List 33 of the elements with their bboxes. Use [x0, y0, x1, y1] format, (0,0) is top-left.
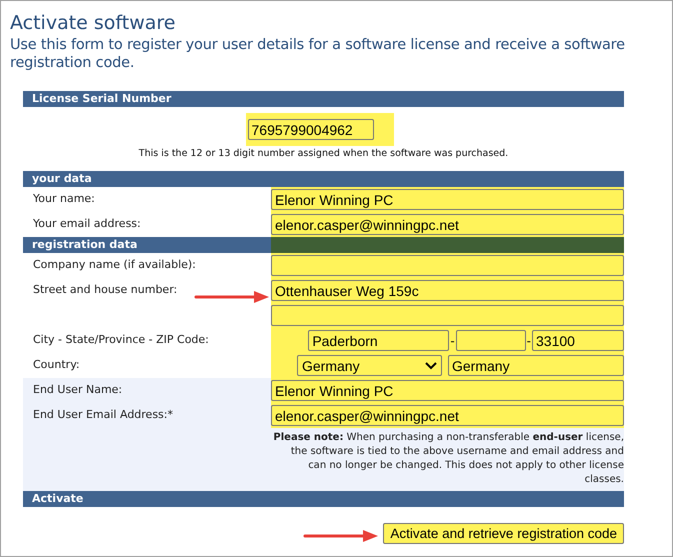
text-input[interactable] [271, 255, 624, 276]
state-input[interactable] [456, 330, 526, 351]
section-header: your data [23, 171, 624, 187]
field-label: End User Name: [33, 383, 122, 396]
intro-text: Use this form to register your user details for a software license and receive a software registration code. [10, 36, 626, 72]
text-input[interactable] [271, 305, 624, 326]
city-input[interactable]: Paderborn [308, 330, 450, 351]
field-label: Your name: [33, 192, 95, 205]
field-label: City - State/Province - ZIP Code: [33, 333, 209, 346]
field-label: End User Email Address:* [33, 408, 173, 421]
field-label: Company name (if available): [33, 258, 196, 271]
page-title: Activate software [10, 11, 176, 35]
text-input[interactable]: elenor.casper@winningpc.net [271, 214, 624, 235]
serial-hint: This is the 12 or 13 digit number assigned when the software was purchased. [138, 148, 508, 159]
serial-input[interactable]: 7695799004962 [248, 119, 374, 140]
zip-input[interactable]: 33100 [532, 330, 624, 351]
text-input[interactable]: Elenor Winning PC [271, 189, 624, 210]
text-input[interactable]: Elenor Winning PC [271, 380, 624, 401]
section-header: License Serial Number [23, 91, 624, 107]
field-label: Street and house number: [33, 283, 178, 296]
dash-separator: - [526, 334, 531, 348]
section-header: Activate [23, 491, 624, 507]
country-input[interactable]: Germany [448, 355, 624, 376]
country-dropdown[interactable]: Germany [297, 355, 442, 376]
chevron-down-icon [425, 362, 437, 370]
field-label: Your email address: [33, 217, 141, 230]
activate-button[interactable]: Activate and retrieve registration code [383, 523, 624, 544]
section-header: registration data [31, 237, 138, 253]
dash-separator: - [450, 334, 455, 348]
field-label: Country: [33, 358, 80, 371]
note-text: Please note: When purchasing a non-transferable end-user license, the software is tied to the above username and email address and can no longer be changed. This does not apply to other license classes. [272, 431, 624, 487]
text-input[interactable]: elenor.casper@winningpc.net [271, 405, 624, 426]
text-input[interactable]: Ottenhauser Weg 159c [271, 280, 624, 301]
